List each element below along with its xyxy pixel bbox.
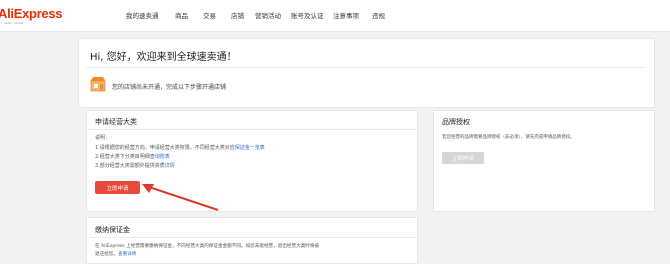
desc-line-1-text: 1.请根据您的经营方向，申请经营大类权限。不同经营大类对应 xyxy=(95,145,235,151)
deposit-details-link[interactable]: 查看详情 xyxy=(118,252,136,257)
nav-orders[interactable]: 交易 xyxy=(203,10,216,20)
nav-violations[interactable]: 违规 xyxy=(372,10,385,20)
deposit-desc: 在 AliExpress 上经营需要缴纳保证金，不同经营大类的保证金金额不同。如… xyxy=(95,244,320,249)
desc-line-2: 2.经营大类下分类目明细查询附表 xyxy=(95,153,170,160)
nav-account[interactable]: 账号及认证 xyxy=(291,10,324,20)
nav-store[interactable]: 店铺 xyxy=(231,10,244,20)
apply-category-title: 申请经营大类 xyxy=(95,118,137,126)
nav-marketing[interactable]: 营销活动 xyxy=(255,10,281,20)
desc-line-3-text: 3.部分经营大类需额外提供资质 xyxy=(95,163,165,169)
store-notice: 您的店铺尚未开通，完成以下步骤开通店铺 xyxy=(112,84,227,91)
deposit-title: 缴纳保证金 xyxy=(95,226,130,234)
desc-line-2-text: 2.经营大类下分类目明细查 xyxy=(95,154,155,160)
category-table-link[interactable]: 询附表 xyxy=(155,154,170,160)
aliexpress-logo[interactable]: AliExpress xyxy=(0,6,63,21)
deposit-desc-line-2: 退还给您。查看详情 xyxy=(95,251,136,257)
red-arrow-annotation xyxy=(142,184,219,211)
top-navbar: AliExpress Seller Center 我的速卖通 商品 交易 店铺 … xyxy=(0,0,670,32)
logo-subtitle: Seller Center xyxy=(4,21,24,25)
page-title: Hi, 您好，欢迎来到全球速卖通！ xyxy=(90,52,237,63)
brand-auth-title: 品牌授权 xyxy=(442,118,470,126)
desc-title: 说明： xyxy=(95,135,111,141)
deposit-list-link[interactable]: 保证金一览表 xyxy=(235,145,265,151)
desc-line-3: 3.部分经营大类需额外提供资质详情 xyxy=(95,162,175,169)
divider xyxy=(86,67,646,68)
deposit-desc-2-text: 退还给您。 xyxy=(95,252,118,257)
nav-notices[interactable]: 注意事项 xyxy=(333,10,359,20)
divider xyxy=(86,237,416,238)
nav-my-aliexpress[interactable]: 我的速卖通 xyxy=(126,10,159,20)
apply-now-button[interactable]: 立即申请 xyxy=(95,181,140,194)
nav-products[interactable]: 商品 xyxy=(175,10,188,20)
store-icon xyxy=(90,77,106,92)
qualification-details-link[interactable]: 详情 xyxy=(165,163,175,169)
desc-line-1: 1.请根据您的经营方向，申请经营大类权限。不同经营大类对应保证金一览表 xyxy=(95,144,265,151)
brand-auth-button[interactable]: 立即申请 xyxy=(442,152,484,164)
brand-auth-desc: 若您经营的品牌需要品牌授权（非必须），请先完成申请品牌授权。 xyxy=(442,135,575,140)
divider xyxy=(86,129,416,130)
